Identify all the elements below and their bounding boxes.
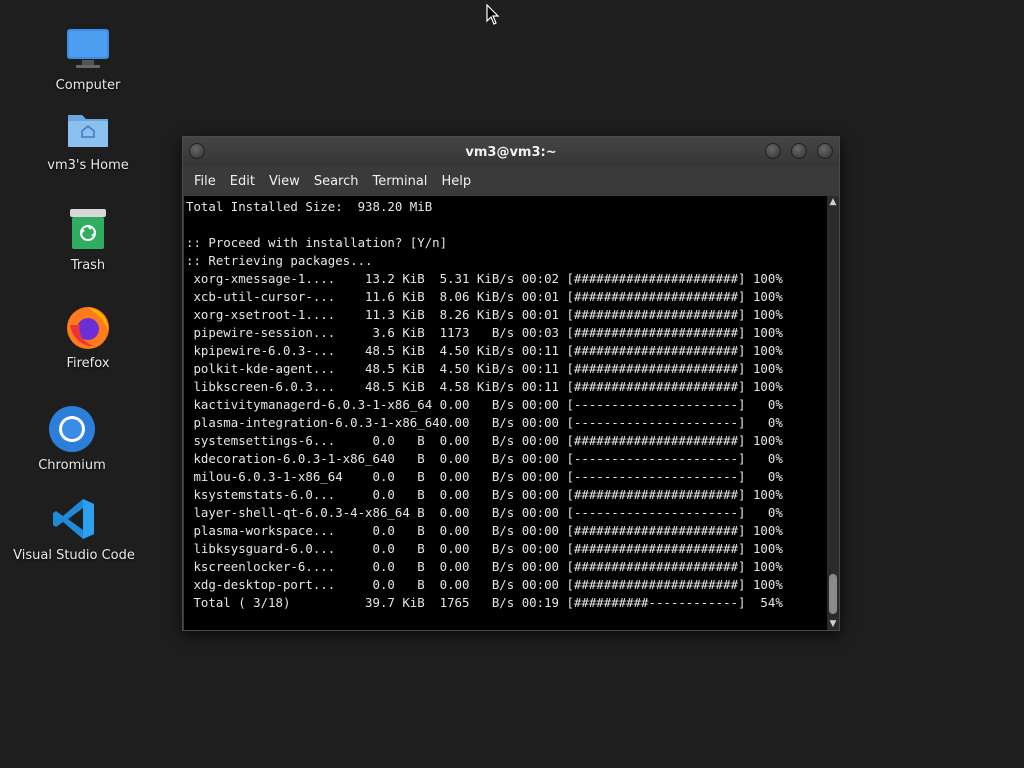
desktop-icon-chromium[interactable]: Chromium [12,404,132,473]
terminal-line: xdg-desktop-port... 0.0 B 0.00 B/s 00:00… [186,577,783,592]
menu-file[interactable]: File [187,174,223,189]
terminal-line: kdecoration-6.0.3-1-x86_640 B 0.00 B/s 0… [186,451,783,466]
minimize-button[interactable] [765,143,781,159]
desktop-icon-label: Chromium [38,458,106,473]
desktop-icon-vscode[interactable]: Visual Studio Code [13,494,135,563]
terminal-window[interactable]: vm3@vm3:~ File Edit View Search Terminal… [182,136,840,631]
terminal-output-area[interactable]: Total Installed Size: 938.20 MiB :: Proc… [184,196,827,630]
terminal-line: pipewire-session... 3.6 KiB 1173 B/s 00:… [186,325,783,340]
terminal-line: :: Retrieving packages... [186,253,373,268]
terminal-line: libksysguard-6.0... 0.0 B 0.00 B/s 00:00… [186,541,783,556]
window-menu-button[interactable] [189,143,205,159]
terminal-line: ksystemstats-6.0... 0.0 B 0.00 B/s 00:00… [186,487,783,502]
menu-terminal[interactable]: Terminal [365,174,434,189]
terminal-output: Total Installed Size: 938.20 MiB :: Proc… [184,196,827,612]
terminal-line: libkscreen-6.0.3... 48.5 KiB 4.58 KiB/s … [186,379,783,394]
desktop-icon-label: vm3's Home [47,158,129,173]
terminal-line: Total Installed Size: 938.20 MiB [186,199,433,214]
desktop-icon-home[interactable]: vm3's Home [28,104,148,173]
mouse-cursor-icon [486,3,500,30]
terminal-line: polkit-kde-agent... 48.5 KiB 4.50 KiB/s … [186,361,783,376]
menu-edit[interactable]: Edit [223,174,262,189]
menubar: File Edit View Search Terminal Help [183,167,839,195]
scroll-up-icon[interactable]: ▲ [827,196,839,208]
desktop-icon-label: Firefox [66,356,110,371]
terminal-line: xcb-util-cursor-... 11.6 KiB 8.06 KiB/s … [186,289,783,304]
terminal-line: xorg-xmessage-1.... 13.2 KiB 5.31 KiB/s … [186,271,783,286]
trash-icon [63,204,113,254]
maximize-button[interactable] [791,143,807,159]
menu-help[interactable]: Help [434,174,478,189]
desktop-icon-label: Trash [70,258,106,273]
terminal-line: plasma-workspace... 0.0 B 0.00 B/s 00:00… [186,523,783,538]
home-folder-icon [63,104,113,154]
close-button[interactable] [817,143,833,159]
terminal-line: xorg-xsetroot-1.... 11.3 KiB 8.26 KiB/s … [186,307,783,322]
desktop: Computer vm3's Home Trash Firefox Chromi… [0,0,1024,768]
menu-search[interactable]: Search [307,174,366,189]
desktop-icon-label: Computer [55,78,121,93]
terminal-line: plasma-integration-6.0.3-1-x86_640.00 B/… [186,415,783,430]
desktop-icon-computer[interactable]: Computer [28,24,148,93]
terminal-line: layer-shell-qt-6.0.3-4-x86_64 B 0.00 B/s… [186,505,783,520]
desktop-icon-label: Visual Studio Code [13,548,135,563]
chromium-icon [47,404,97,454]
terminal-line: milou-6.0.3-1-x86_64 0.0 B 0.00 B/s 00:0… [186,469,783,484]
desktop-icon-firefox[interactable]: Firefox [28,302,148,371]
scroll-down-icon[interactable]: ▼ [827,618,839,630]
window-titlebar[interactable]: vm3@vm3:~ [183,137,839,167]
menu-view[interactable]: View [262,174,307,189]
terminal-line: kpipewire-6.0.3-... 48.5 KiB 4.50 KiB/s … [186,343,783,358]
terminal-line: kactivitymanagerd-6.0.3-1-x86_64 0.00 B/… [186,397,783,412]
terminal-scrollbar[interactable]: ▲ ▼ [827,196,839,630]
scrollbar-thumb[interactable] [829,574,837,614]
firefox-icon [63,302,113,352]
terminal-line: kscreenlocker-6.... 0.0 B 0.00 B/s 00:00… [186,559,783,574]
window-title: vm3@vm3:~ [465,144,557,160]
terminal-line: Total ( 3/18) 39.7 KiB 1765 B/s 00:19 [#… [186,595,783,610]
terminal-line: :: Proceed with installation? [Y/n] [186,235,448,250]
terminal-line: systemsettings-6... 0.0 B 0.00 B/s 00:00… [186,433,783,448]
computer-icon [63,24,113,74]
vscode-icon [49,494,99,544]
desktop-icon-trash[interactable]: Trash [28,204,148,273]
